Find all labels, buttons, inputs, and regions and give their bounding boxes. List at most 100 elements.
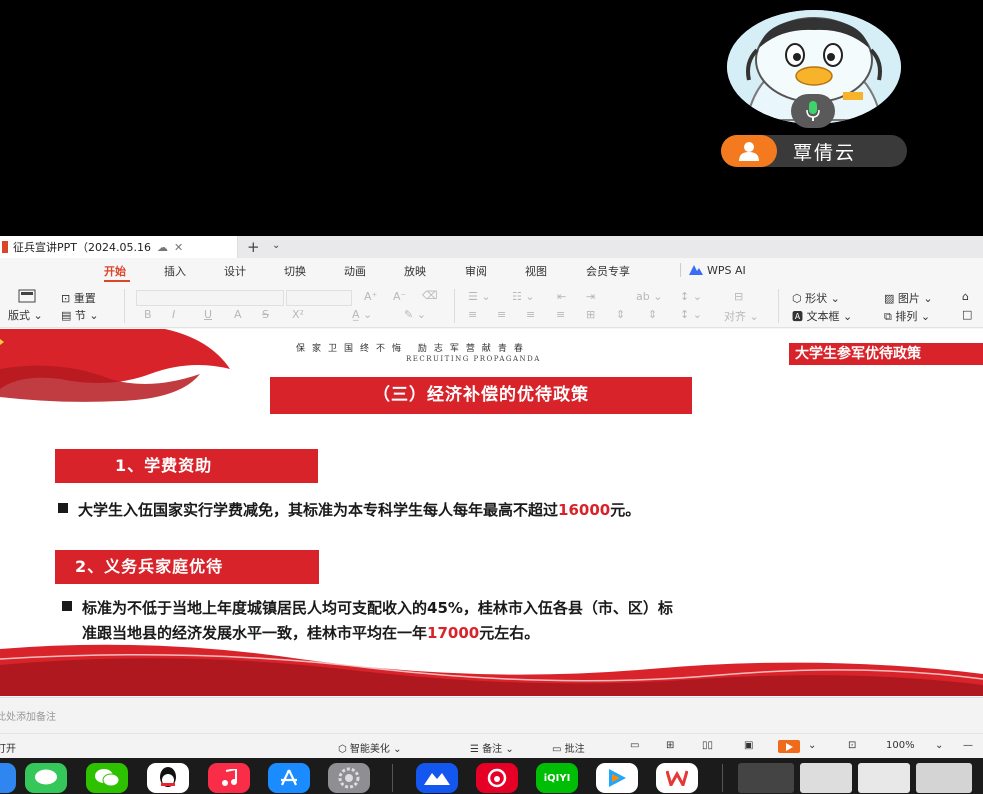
zoom-out-button[interactable]: — (963, 740, 973, 751)
increase-font-icon[interactable]: A⁺ (364, 290, 377, 303)
slide-sorter-icon[interactable]: ⊞ (666, 740, 674, 751)
layout-icon[interactable] (18, 289, 36, 306)
chevron-down-icon[interactable]: ⌄ (808, 740, 816, 751)
underline-button[interactable]: U (204, 308, 212, 321)
decrease-font-icon[interactable]: A⁻ (393, 290, 406, 303)
text-shadow-button[interactable]: A (234, 308, 242, 321)
qq-icon[interactable] (147, 763, 189, 793)
arrange-button[interactable]: ⧉ 排列 ⌄ (884, 308, 930, 324)
wechat-icon[interactable] (86, 763, 128, 793)
normal-view-icon[interactable]: ▭ (630, 740, 639, 751)
wps-ai-icon (689, 265, 703, 275)
recent-window-thumbnail[interactable] (858, 763, 910, 793)
justify-icon[interactable]: ≡ (556, 308, 565, 321)
more-2-icon[interactable]: □ (962, 308, 972, 321)
line-spacing-2-icon[interactable]: ↕ ⌄ (680, 308, 702, 321)
notes-toggle-button[interactable]: ☰ 备注 ⌄ (470, 740, 514, 755)
tab-member[interactable]: 会员专享 (586, 263, 630, 279)
comments-label: 批注 (564, 744, 585, 755)
smart-beautify-button[interactable]: ⬡ 智能美化 ⌄ (338, 740, 401, 755)
font-color-button[interactable]: A̲ ⌄ (352, 308, 372, 321)
iqiyi-icon[interactable]: iQIYI (536, 763, 578, 793)
strikethrough-button[interactable]: S (262, 308, 269, 321)
reset-button[interactable]: ⊡ 重置 (61, 290, 96, 306)
status-left-text: 打开 (0, 744, 16, 755)
layout-label: 版式 (8, 309, 30, 322)
tab-transitions[interactable]: 切换 (284, 263, 306, 279)
clear-format-icon[interactable]: ⌫ (422, 289, 438, 302)
wps-office-icon[interactable] (656, 763, 698, 793)
italic-button[interactable]: I (172, 308, 175, 321)
reading-view-icon[interactable]: ▯▯ (702, 740, 713, 751)
netease-music-icon[interactable] (476, 763, 518, 793)
new-tab-button[interactable]: + (247, 238, 260, 256)
decrease-indent-icon[interactable]: ⇤ (557, 290, 566, 303)
close-tab-icon[interactable]: ✕ (174, 241, 183, 254)
chevron-down-icon[interactable]: ⌄ (935, 740, 943, 751)
textbox-button[interactable]: 🅰 文本框 ⌄ (792, 308, 852, 324)
notes-label: 备注 (482, 744, 503, 755)
finder-icon[interactable] (0, 763, 16, 793)
presenter-view-icon[interactable]: ▣ (744, 740, 753, 751)
tab-design[interactable]: 设计 (224, 263, 246, 279)
para-spacing-2-icon[interactable]: ⇕ (648, 308, 657, 321)
align-left-icon[interactable]: ≡ (468, 308, 477, 321)
highlight-button[interactable]: ✎ ⌄ (404, 308, 426, 321)
distributed-icon[interactable]: ⊞ (586, 308, 595, 321)
section-2-heading: 2、义务兵家庭优待 (55, 550, 319, 584)
align-center-icon[interactable]: ≡ (497, 308, 506, 321)
document-tab[interactable]: 征兵宣讲PPT（2024.05.16 ☁ ✕ (0, 236, 238, 258)
settings-icon[interactable] (328, 763, 370, 793)
numbered-list-icon[interactable]: ☷ ⌄ (512, 290, 535, 303)
increase-indent-icon[interactable]: ⇥ (586, 290, 595, 303)
play-slideshow-button[interactable] (778, 740, 800, 753)
superscript-button[interactable]: X² (292, 308, 304, 321)
bullet-square-icon (62, 601, 72, 611)
line-spacing-icon[interactable]: ↕ ⌄ (680, 290, 702, 303)
mic-status[interactable] (791, 94, 835, 128)
align-button[interactable]: 对齐 ⌄ (724, 308, 759, 324)
tab-view[interactable]: 视图 (525, 263, 547, 279)
cloud-icon[interactable]: ☁ (157, 241, 168, 254)
wps-presentation-window: 征兵宣讲PPT（2024.05.16 ☁ ✕ + ⌄ 开始 插入 设计 切换 动… (0, 236, 983, 758)
more-icon[interactable]: ⌂ (962, 290, 969, 303)
tab-review[interactable]: 审阅 (465, 263, 487, 279)
columns-icon[interactable]: ⊟ (734, 290, 743, 303)
divider (778, 289, 779, 323)
shape-button[interactable]: ⬡ 形状 ⌄ (792, 290, 840, 306)
app-store-icon[interactable] (268, 763, 310, 793)
font-family-select[interactable] (136, 290, 284, 306)
bullet-square-icon (58, 503, 68, 513)
align-right-icon[interactable]: ≡ (526, 308, 535, 321)
slide-canvas[interactable]: 保家卫国终不悔 励志军营献青春 RECRUITING PROPAGANDA 大学… (0, 329, 983, 696)
bullet-list-icon[interactable]: ☰ ⌄ (468, 290, 491, 303)
zoom-level[interactable]: 100% (886, 740, 915, 751)
lark-icon[interactable] (416, 763, 458, 793)
tab-slideshow[interactable]: 放映 (404, 263, 426, 279)
recent-window-thumbnail[interactable] (916, 763, 972, 793)
recent-window-thumbnail[interactable] (800, 763, 852, 793)
picture-button[interactable]: ▨ 图片 ⌄ (884, 290, 933, 306)
chevron-down-icon[interactable]: ⌄ (272, 240, 280, 251)
paragraph-spacing-icon[interactable]: ⇕ (616, 308, 625, 321)
font-size-select[interactable] (286, 290, 352, 306)
divider (454, 289, 455, 323)
notes-pane[interactable]: 此处添加备注 (0, 697, 983, 733)
textbox-label: 文本框 (806, 310, 840, 323)
recent-window-thumbnail[interactable] (738, 763, 794, 793)
messages-icon[interactable] (25, 763, 67, 793)
music-icon[interactable] (208, 763, 250, 793)
tencent-video-icon[interactable] (596, 763, 638, 793)
section-1-heading: 1、学费资助 (55, 449, 318, 483)
section-button[interactable]: ▤ 节 ⌄ (61, 307, 99, 323)
fit-window-icon[interactable]: ⊡ (848, 740, 856, 751)
comments-button[interactable]: ▭ 批注 (552, 740, 585, 755)
tab-insert[interactable]: 插入 (164, 263, 186, 279)
layout-button[interactable]: 版式 ⌄ (8, 307, 43, 323)
text-direction-icon[interactable]: ab ⌄ (636, 290, 662, 303)
section-1-text-end: 元。 (610, 501, 641, 519)
bold-button[interactable]: B (144, 308, 152, 321)
tab-home[interactable]: 开始 (104, 263, 126, 279)
tab-animations[interactable]: 动画 (344, 263, 366, 279)
wps-ai-button[interactable]: WPS AI (680, 263, 746, 277)
